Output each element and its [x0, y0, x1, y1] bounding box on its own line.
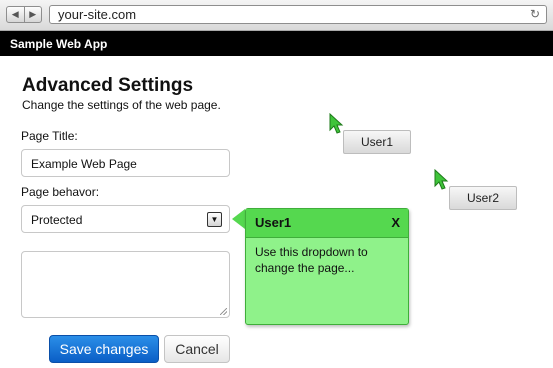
- page-title-input-value: Example Web Page: [31, 157, 137, 171]
- tooltip-body: Use this dropdown to change the page...: [255, 245, 368, 275]
- page-title: Advanced Settings: [22, 75, 194, 96]
- app-header: Sample Web App: [0, 31, 553, 56]
- user2-badge: User2: [449, 186, 517, 210]
- app-name: Sample Web App: [10, 37, 108, 51]
- notes-textarea[interactable]: [21, 251, 230, 318]
- address-bar[interactable]: your-site.com ↻: [49, 5, 547, 24]
- tooltip-pointer: [232, 209, 245, 229]
- url-text: your-site.com: [58, 7, 137, 22]
- page-behavior-value: Protected: [31, 213, 83, 227]
- page-subtitle: Change the settings of the web page.: [22, 98, 221, 112]
- tooltip-title: User1: [255, 215, 292, 230]
- page-behavior-select[interactable]: Protected ▼: [21, 205, 230, 233]
- back-icon[interactable]: ◀: [7, 7, 24, 22]
- chevron-down-icon[interactable]: ▼: [207, 212, 222, 227]
- resize-handle-icon[interactable]: [220, 308, 227, 315]
- tooltip-header: User1 X: [246, 209, 408, 238]
- page-title-label: Page Title:: [21, 129, 78, 143]
- user2-cursor-icon: [434, 169, 449, 190]
- page-behavior-label: Page behavor:: [21, 185, 100, 199]
- reload-icon[interactable]: ↻: [530, 7, 540, 21]
- collab-tooltip: User1 X Use this dropdown to change the …: [245, 208, 409, 325]
- user1-badge: User1: [343, 130, 411, 154]
- browser-toolbar: ◀ ▶ your-site.com ↻: [0, 0, 553, 31]
- nav-buttons: ◀ ▶: [6, 6, 42, 23]
- save-changes-button[interactable]: Save changes: [49, 335, 159, 363]
- close-icon[interactable]: X: [391, 215, 400, 230]
- forward-icon[interactable]: ▶: [23, 7, 42, 22]
- page-title-input[interactable]: Example Web Page: [21, 149, 230, 177]
- cancel-button[interactable]: Cancel: [164, 335, 230, 363]
